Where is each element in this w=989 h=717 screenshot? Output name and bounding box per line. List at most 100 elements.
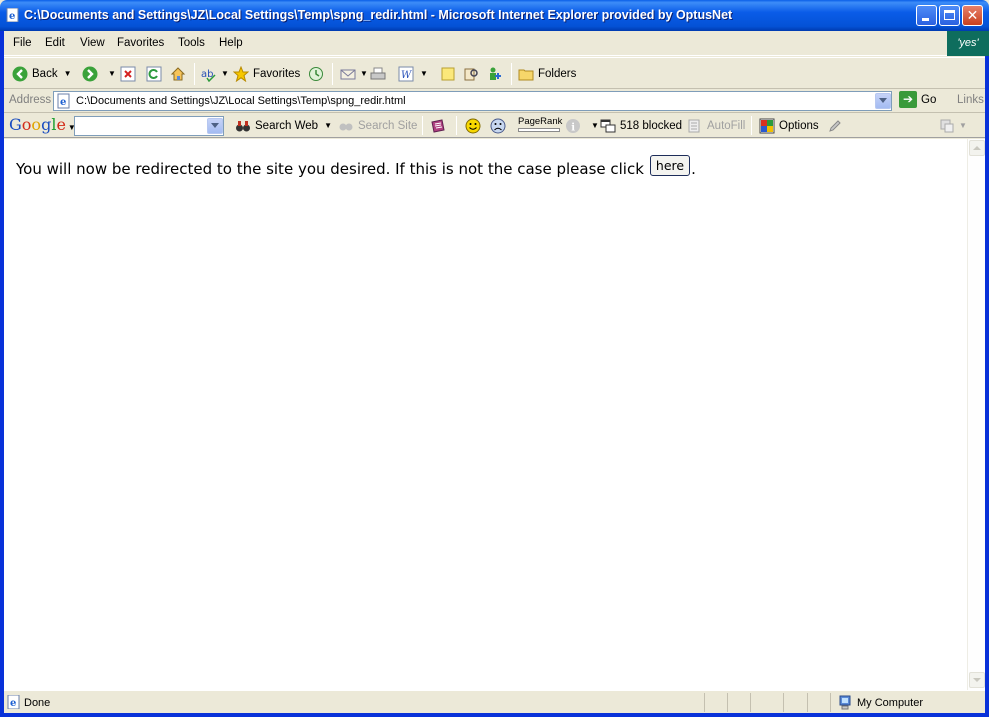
stop-button[interactable] [120,58,140,89]
links-button[interactable]: Links [957,94,984,106]
address-dropdown-button[interactable] [875,93,891,109]
status-divider [830,693,831,712]
word-icon: W [398,66,414,81]
status-bar: e Done My Computer [4,690,985,713]
printer-icon [370,67,386,79]
research-icon [464,68,478,80]
toolbar-separator [456,116,457,135]
page-info-button[interactable]: i ▼ [565,114,599,137]
address-value: C:\Documents and Settings\JZ\Local Setti… [76,95,406,107]
popup-blocker-button[interactable]: 518 blocked [600,114,682,137]
history-icon [309,66,323,81]
discuss-button[interactable] [440,58,460,89]
status-divider [750,693,751,712]
standard-toolbar: Back ▼ ▼ ab ▼ Favorites ▼ W ▼ Folders [4,57,985,89]
edit-dropdown-icon[interactable]: ▼ [420,69,428,78]
toolbar-chevron-button[interactable]: ▼ [939,114,967,137]
autofill-button[interactable]: AutoFill [687,114,745,137]
search-web-label: Search Web [255,119,319,132]
page-content: You will now be redirected to the site y… [4,139,967,690]
address-label: Address [9,94,52,106]
spellcheck-button[interactable]: ab ▼ [201,58,229,89]
menu-tools[interactable]: Tools [178,37,205,49]
home-button[interactable] [170,58,190,89]
toolbar-separator [194,63,195,85]
redirect-text: You will now be redirected to the site y… [16,160,644,178]
favorites-star-icon [233,65,249,82]
forward-dropdown-icon[interactable]: ▼ [108,69,116,78]
search-web-dropdown-icon[interactable]: ▼ [324,121,332,130]
search-web-button[interactable]: Search Web ▼ [235,114,332,137]
status-divider [783,693,784,712]
vote-sad-button[interactable] [490,114,510,137]
svg-text:i: i [571,122,575,133]
google-search-input[interactable] [74,116,224,136]
isp-throbber-logo: 'yes' [947,31,989,56]
redirect-message: You will now be redirected to the site y… [16,154,696,178]
more-dropdown-icon[interactable]: ▼ [959,121,967,130]
menu-file[interactable]: File [13,37,32,49]
options-icon [759,118,775,133]
search-site-button[interactable]: Search Site [338,114,417,137]
menu-edit[interactable]: Edit [45,37,65,49]
menu-favorites[interactable]: Favorites [117,37,164,49]
scroll-up-icon [973,146,981,150]
edit-word-button[interactable]: W ▼ [398,58,428,89]
scroll-down-button[interactable] [969,672,985,688]
address-input[interactable]: e C:\Documents and Settings\JZ\Local Set… [53,91,892,111]
address-bar: Address e C:\Documents and Settings\JZ\L… [4,89,985,113]
go-arrow-icon: ➔ [899,91,917,108]
mail-button[interactable]: ▼ [340,58,368,89]
research-button[interactable] [463,58,483,89]
folders-button[interactable]: Folders [518,58,576,89]
page-done-icon: e [7,695,20,709]
minimize-button[interactable] [916,5,937,26]
google-search-dropdown-button[interactable] [207,118,223,134]
security-zone: My Computer [837,695,923,711]
print-button[interactable] [370,58,390,89]
search-site-icon [339,123,353,130]
folder-icon [518,69,534,80]
stop-icon [120,66,136,81]
title-bar[interactable]: e C:\Documents and Settings\JZ\Local Set… [0,0,989,31]
forward-button[interactable]: ▼ [82,58,116,89]
back-button[interactable]: Back ▼ [12,58,72,89]
mail-dropdown-icon[interactable]: ▼ [360,69,368,78]
google-logo-button[interactable]: Google ▼ [9,115,76,134]
scroll-up-button[interactable] [969,140,985,156]
maximize-button[interactable] [939,5,960,26]
home-icon [170,66,186,80]
toolbar-separator [422,116,423,135]
history-button[interactable] [308,58,328,89]
go-button[interactable]: ➔ Go [899,91,936,108]
messenger-button[interactable] [487,58,507,89]
zone-label: My Computer [857,697,924,709]
info-icon: i [566,118,580,133]
news-button[interactable] [430,114,450,137]
vote-happy-button[interactable] [465,114,485,137]
svg-text:e: e [60,97,66,108]
toolbar-separator [511,63,512,85]
ie-page-icon: e [6,8,19,22]
vertical-scrollbar[interactable] [967,139,985,690]
menu-help[interactable]: Help [219,37,243,49]
favorites-button[interactable]: Favorites [233,58,300,89]
status-text: Done [24,697,51,709]
highlighter-button[interactable] [827,114,847,137]
window-frame-right [985,31,989,717]
here-button[interactable]: here [649,154,691,176]
menu-view[interactable]: View [80,37,105,49]
spellcheck-icon: ab [201,69,216,82]
pagerank-label: PageRank [518,116,563,127]
back-dropdown-icon[interactable]: ▼ [64,69,72,78]
pencil-icon [829,119,841,132]
refresh-button[interactable] [146,58,166,89]
spellcheck-dropdown-icon[interactable]: ▼ [221,69,229,78]
page-info-dropdown-icon[interactable]: ▼ [591,121,599,130]
close-button[interactable]: ✕ [962,5,983,26]
svg-text:e: e [9,11,15,22]
smiley-sad-icon [490,118,506,133]
chevron-down-icon [879,98,887,103]
options-button[interactable]: Options [759,114,819,137]
translate-icon [940,119,954,132]
